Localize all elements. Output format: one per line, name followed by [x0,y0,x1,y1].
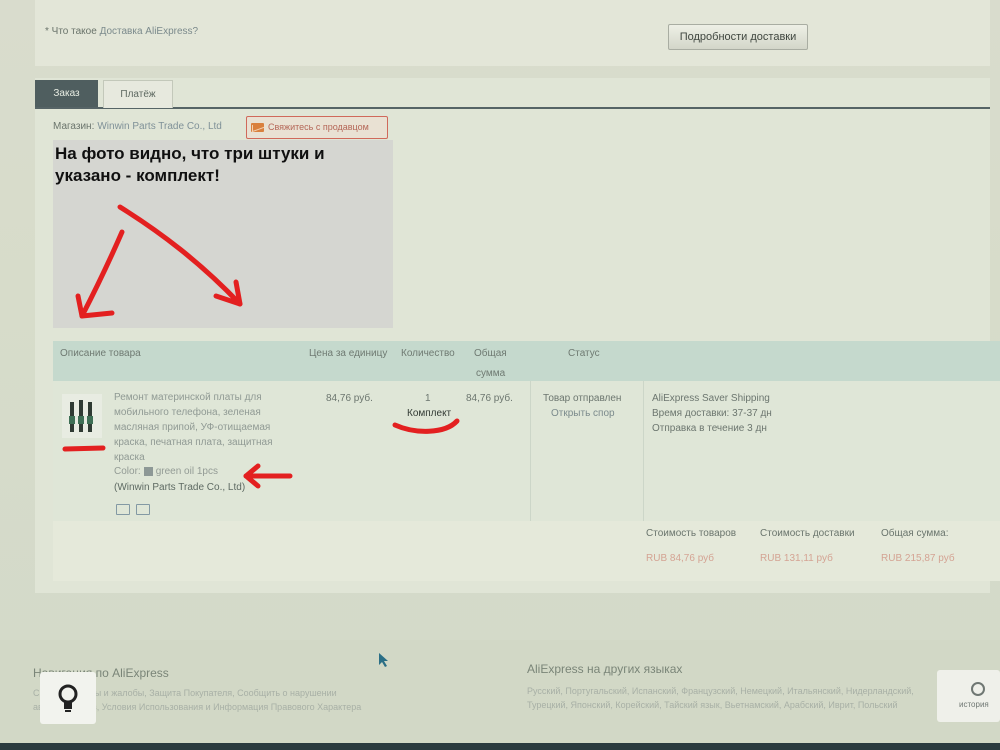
shipping-note: * Что такое Доставка AliExpress? [45,26,198,37]
header-description: Описание товара [60,348,141,359]
goods-cost-value: RUB 84,76 руб [646,553,714,564]
product-seller: (Winwin Parts Trade Co., Ltd) [114,482,246,493]
shipping-method: AliExpress Saver Shipping [652,393,770,404]
footer-lang-links[interactable]: Русский, Португальский, Испанский, Франц… [527,686,932,696]
order-summary [53,521,1000,581]
clock-icon [971,682,985,696]
order-status: Товар отправлен [543,393,622,404]
shipping-cost-value: RUB 131,11 руб [760,553,833,564]
store-name-link[interactable]: Winwin Parts Trade Co., Ltd [97,121,222,132]
shipping-info-link[interactable]: Доставка AliExpress? [100,26,199,37]
color-swatch-icon [143,466,153,476]
product-thumbnail[interactable] [62,394,102,438]
header-quantity: Количество [401,348,455,359]
history-button[interactable]: история [937,670,1000,722]
tab-payment[interactable]: Платёж [103,80,173,108]
header-unit-price: Цена за единицу [309,348,388,359]
store-line: Магазин: Winwin Parts Trade Co., Ltd [53,121,222,132]
table-header [53,341,1000,381]
contact-seller-label: Свяжитесь с продавцом [268,122,369,132]
contact-seller-button[interactable]: Свяжитесь с продавцом [246,116,388,139]
mail-icon [251,123,264,132]
taskbar [0,743,1000,750]
open-dispute-link[interactable]: Открыть спор [551,406,615,421]
shipping-cost-label: Стоимость доставки [760,528,855,539]
store-label: Магазин: [53,121,95,132]
tips-button[interactable] [40,672,96,724]
mouse-cursor-icon [379,653,388,667]
quantity-unit: Комплект [407,408,452,419]
color-label: Color: [114,466,141,477]
shipping-note-prefix: * Что такое [45,26,97,37]
total-cost-label: Общая сумма: [881,528,949,539]
color-value: green oil 1pcs [155,466,218,477]
delivery-details-button[interactable]: Подробности доставки [668,24,808,50]
history-label: история [959,700,989,709]
line-total: 84,76 руб. [466,393,513,404]
total-cost-value: RUB 215,87 руб [881,553,955,564]
row-divider [643,381,644,521]
delivery-time: Время доставки: 37-37 дн [652,408,772,419]
tab-order[interactable]: Заказ [35,80,98,107]
unit-price: 84,76 руб. [326,393,373,404]
header-status: Статус [568,348,600,359]
footer-lang-title: AliExpress на других языках [527,662,683,676]
product-title-link[interactable]: Ремонт материнской платы для мобильного … [114,390,294,465]
order-tabs: Заказ Платёж [35,80,990,109]
quantity-value: 1 [425,393,431,404]
snapshot-icon[interactable] [116,504,130,515]
row-divider [530,381,531,521]
header-total-line1: Общая [474,348,507,359]
footer-lang-links-2[interactable]: Турецкий, Японский, Корейский, Тайский я… [527,700,932,710]
lightbulb-icon [58,684,78,712]
annotation-text: На фото видно, что три штуки и указано -… [55,144,325,185]
goods-cost-label: Стоимость товаров [646,528,737,539]
product-color: Color: green oil 1pcs [114,466,218,477]
document-icon[interactable] [136,504,150,515]
dispatch-time: Отправка в течение 3 дн [652,423,767,434]
